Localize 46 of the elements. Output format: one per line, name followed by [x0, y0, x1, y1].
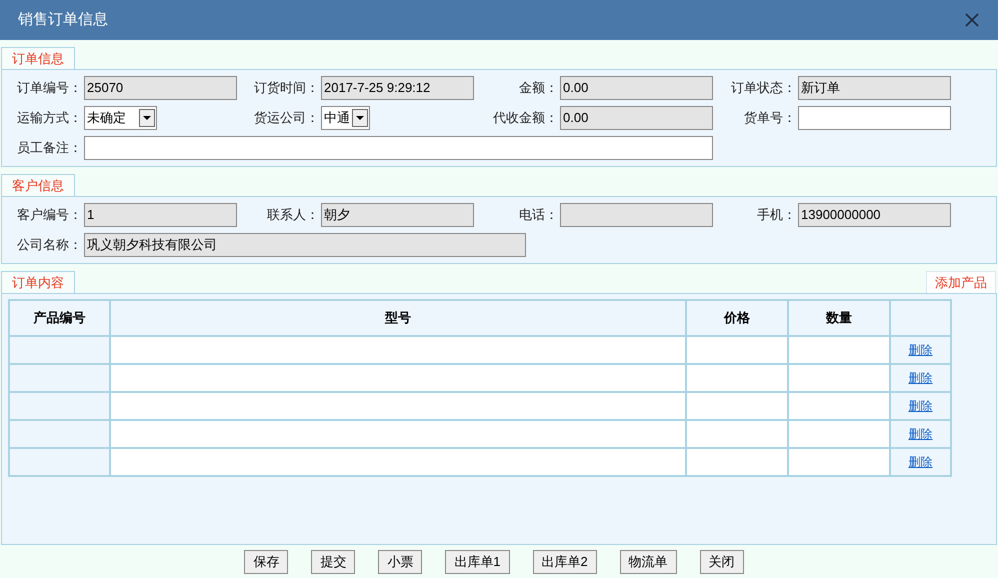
- action-button[interactable]: 保存: [244, 550, 288, 574]
- add-product-button[interactable]: 添加产品: [926, 271, 996, 293]
- input-field[interactable]: 朝夕: [321, 203, 474, 227]
- action-button[interactable]: 提交: [311, 550, 356, 574]
- input-field[interactable]: 1: [84, 203, 237, 227]
- column-header: 产品编号: [9, 300, 110, 336]
- close-icon: [964, 12, 980, 28]
- dropdown[interactable]: 中通: [321, 106, 370, 130]
- input-field[interactable]: [560, 203, 713, 227]
- input-field[interactable]: [798, 106, 951, 130]
- section-tab[interactable]: 订单信息: [1, 47, 75, 69]
- input-field[interactable]: 新订单: [798, 76, 951, 100]
- field-label: 订货时间：: [253, 79, 319, 98]
- action-button[interactable]: 物流单: [620, 550, 677, 574]
- action-button[interactable]: 出库单2: [532, 550, 597, 574]
- action-button[interactable]: 出库单1: [445, 550, 510, 574]
- input-field[interactable]: 巩义朝夕科技有限公司: [84, 233, 526, 257]
- action-button[interactable]: 小票: [378, 550, 422, 574]
- field-label: 运输方式：: [16, 109, 82, 128]
- close-button[interactable]: [964, 12, 980, 28]
- input-field[interactable]: [84, 136, 713, 160]
- field-label: 员工备注：: [16, 139, 82, 158]
- field-label: 订单状态：: [730, 79, 796, 98]
- field-label: 客户编号：: [16, 206, 82, 224]
- input-field[interactable]: 0.00: [560, 76, 713, 100]
- input-field[interactable]: 0.00: [560, 106, 713, 130]
- dropdown[interactable]: 未确定: [84, 106, 157, 130]
- field-label: 货运公司：: [253, 109, 319, 128]
- input-field[interactable]: 13900000000: [798, 203, 951, 227]
- field-label: 货单号：: [743, 109, 796, 128]
- field-label: 电话：: [518, 206, 558, 224]
- field-label: 公司名称：: [16, 236, 82, 254]
- input-field[interactable]: 2017-7-25 9:29:12: [321, 76, 474, 100]
- field-label: 代收金额：: [492, 109, 558, 128]
- window-title: 销售订单信息: [18, 10, 108, 30]
- action-button[interactable]: 关闭: [700, 550, 744, 574]
- column-header: 型号: [110, 300, 686, 336]
- field-label: 联系人：: [266, 206, 319, 224]
- section-tab[interactable]: 订单内容: [1, 271, 75, 293]
- section-tab[interactable]: 客户信息: [1, 174, 75, 196]
- column-header: 数量: [788, 300, 890, 336]
- field-label: 手机：: [756, 206, 796, 224]
- column-header: 价格: [686, 300, 788, 336]
- input-field[interactable]: 25070: [84, 76, 237, 100]
- field-label: 订单编号：: [16, 79, 82, 98]
- field-label: 金额：: [518, 79, 558, 98]
